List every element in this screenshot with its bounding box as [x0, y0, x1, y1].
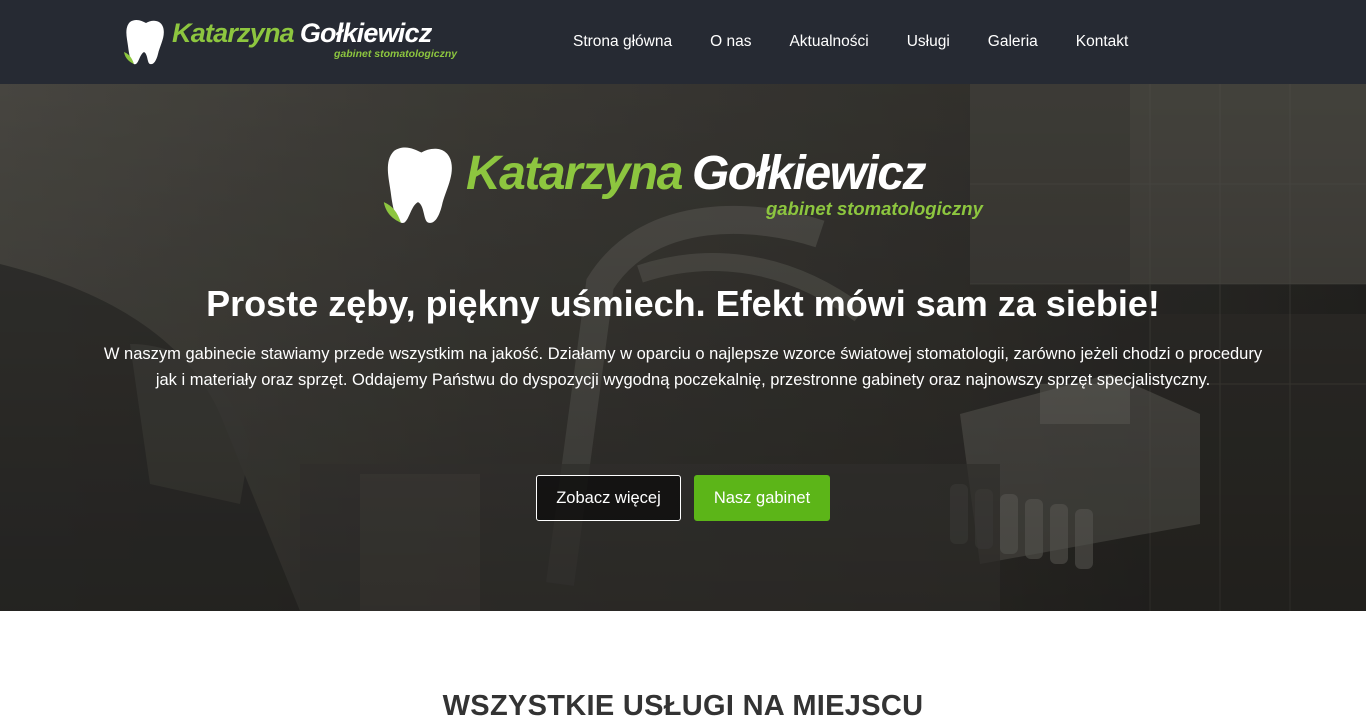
main-menu: Strona główna O nas Aktualności Usługi G…: [554, 0, 1147, 84]
hero-brand-name-last: Gołkiewicz: [691, 147, 927, 200]
hero-buttons: Zobacz więcej Nasz gabinet: [0, 475, 1366, 521]
hero-brand-name: Katarzyna Gołkiewicz: [466, 147, 927, 200]
brand-subtitle: gabinet stomatologiczny: [334, 48, 458, 60]
brand-name-first: Katarzyna: [172, 18, 295, 48]
nav-item-news[interactable]: Aktualności: [770, 33, 887, 51]
hero-description: W naszym gabinecie stawiamy przede wszys…: [103, 345, 1263, 389]
nav-item-services[interactable]: Usługi: [888, 33, 969, 51]
tooth-icon: [383, 147, 452, 223]
nav-item-about[interactable]: O nas: [691, 33, 770, 51]
hero-brand-name-first: Katarzyna: [466, 147, 683, 200]
site-logo[interactable]: Katarzyna Gołkiewicz gabinet stomatologic…: [122, 18, 462, 66]
nav-item-home[interactable]: Strona główna: [554, 33, 691, 51]
hero-title: Proste zęby, piękny uśmiech. Efekt mówi …: [206, 283, 1160, 324]
brand-name-last: Gołkiewicz: [299, 18, 432, 48]
see-more-button[interactable]: Zobacz więcej: [536, 475, 681, 521]
navbar: Katarzyna Gołkiewicz gabinet stomatologic…: [0, 0, 1366, 84]
hero-logo: Katarzyna Gołkiewicz gabinet stomatologic…: [380, 144, 1000, 234]
hero-brand-subtitle: gabinet stomatologiczny: [766, 198, 983, 219]
services-section-title: WSZYSTKIE USŁUGI NA MIEJSCU: [442, 690, 924, 722]
hero-section: Katarzyna Gołkiewicz gabinet stomatologic…: [0, 84, 1366, 611]
nav-item-gallery[interactable]: Galeria: [969, 33, 1057, 51]
our-office-button[interactable]: Nasz gabinet: [694, 475, 830, 521]
nav-item-contact[interactable]: Kontakt: [1057, 33, 1148, 51]
brand-name: Katarzyna Gołkiewicz: [172, 18, 432, 48]
tooth-icon: [124, 20, 164, 65]
